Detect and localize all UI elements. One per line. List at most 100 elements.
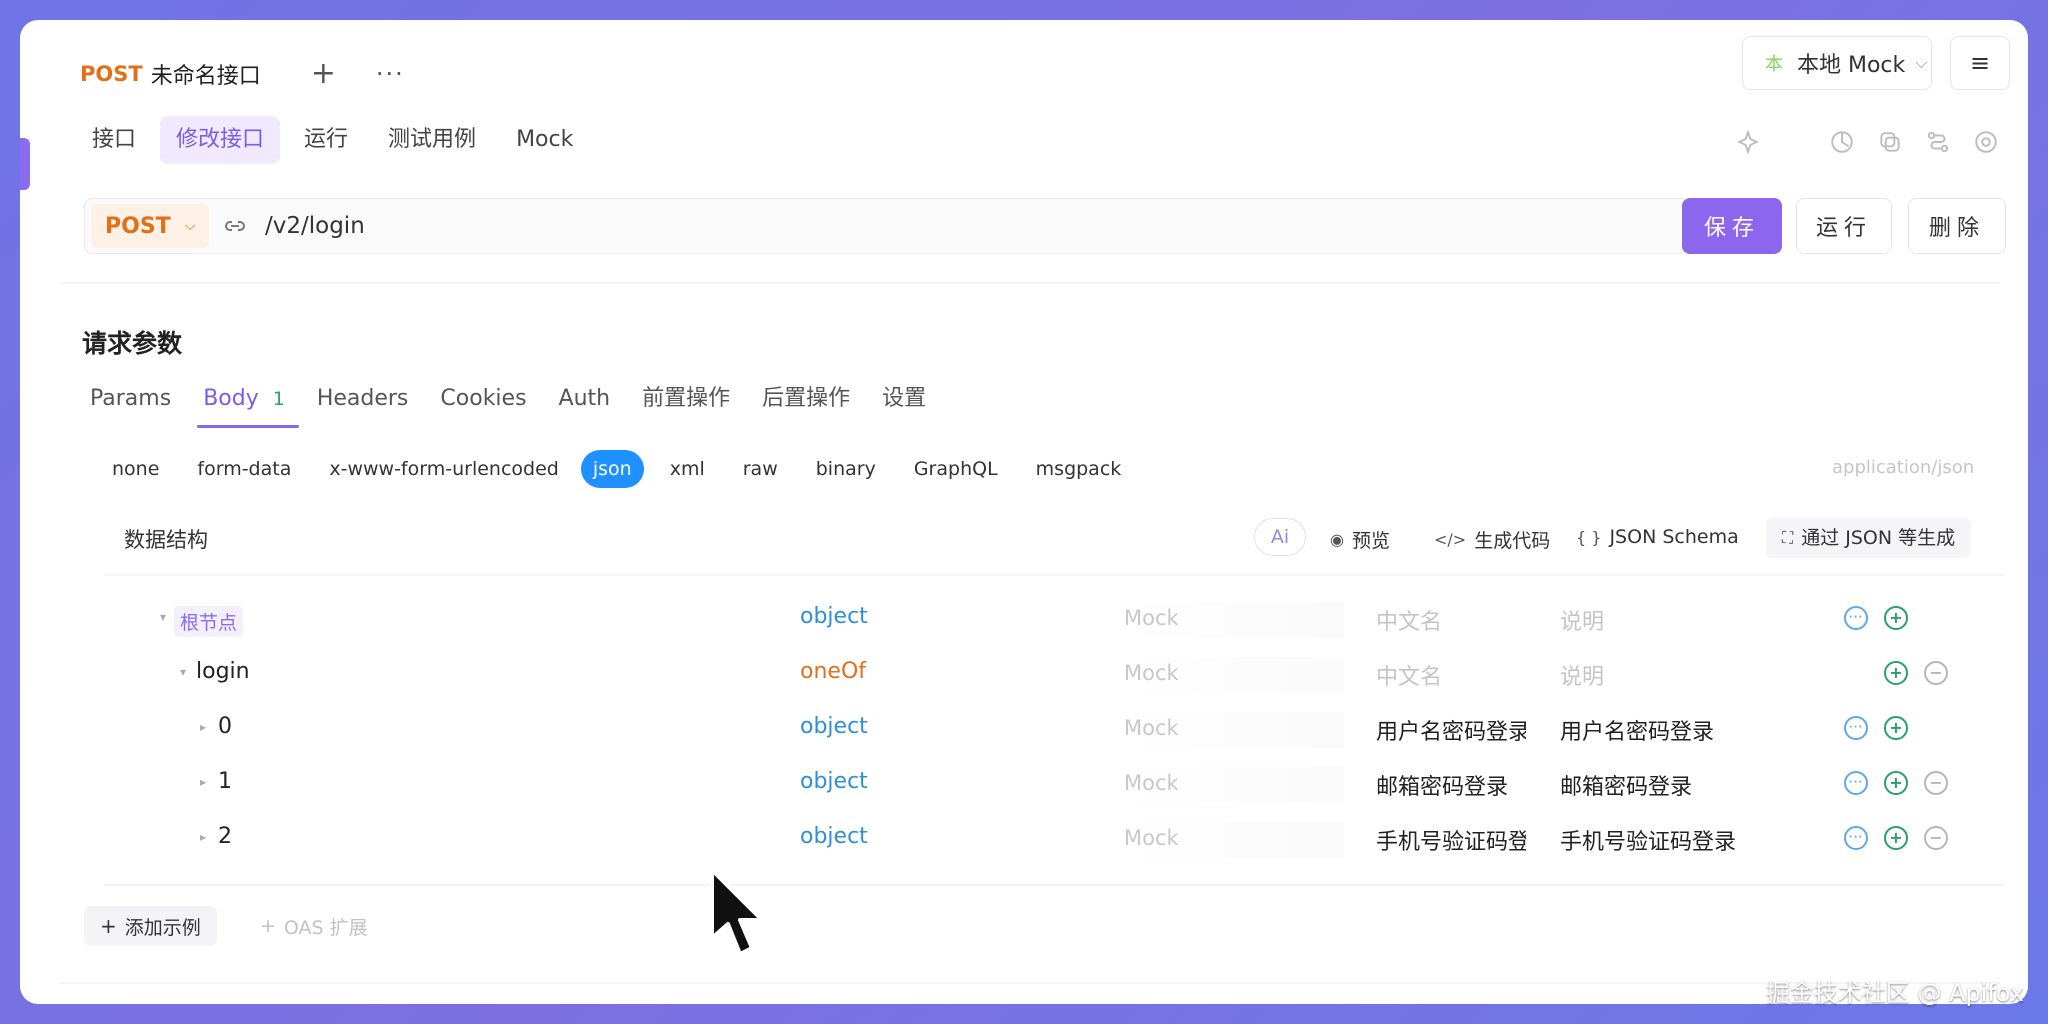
add-example-button[interactable]: + 添加示例 [84,906,217,946]
remove-icon[interactable]: − [1924,826,1948,850]
caret-right-icon[interactable]: ▸ [200,830,206,844]
param-tab-1[interactable]: Body 1 [197,376,299,428]
description-input[interactable]: 用户名密码登录 [1560,714,1714,746]
chinese-name-input[interactable]: 中文名 [1376,659,1526,691]
param-tab-2[interactable]: Headers [317,376,409,428]
tab-2[interactable]: 运行 [288,116,364,164]
field-name[interactable]: 2 [218,824,232,849]
body-type-GraphQL[interactable]: GraphQL [914,450,998,488]
tree-row[interactable]: ▸ 2 object Mock 手机号验证码登录 手机号验证码登录 ··· +− [104,812,2004,866]
more-options-icon[interactable]: ··· [1844,771,1868,795]
body-type-xml[interactable]: xml [670,450,705,488]
caret-down-icon[interactable]: ▾ [160,610,166,624]
mock-input[interactable]: Mock [1124,822,1344,858]
remove-icon[interactable]: − [1924,771,1948,795]
new-tab-plus-icon[interactable]: + [311,59,336,89]
chinese-name-input[interactable]: 邮箱密码登录 [1376,769,1526,801]
tree-row[interactable]: ▾ login oneOf Mock 中文名 说明 + − [104,647,2004,701]
param-tab-7[interactable]: 设置 [882,376,926,428]
caret-right-icon[interactable]: ▸ [200,775,206,789]
oas-extension-button[interactable]: + OAS 扩展 [260,906,368,946]
field-type[interactable]: object [800,714,868,739]
param-tab-4[interactable]: Auth [559,376,611,428]
param-tab-5[interactable]: 前置操作 [642,376,730,428]
flow-icon[interactable] [1924,128,1952,156]
method-select[interactable]: POST ⌵ [91,204,209,248]
json-schema-button[interactable]: { } JSON Schema [1576,526,1739,548]
ai-button[interactable]: Ai [1254,518,1306,556]
generate-from-json-label: 通过 JSON 等生成 [1801,527,1956,549]
description-input[interactable]: 手机号验证码登录 [1560,824,1736,856]
delete-button[interactable]: 删除 [1908,198,2006,254]
caret-right-icon[interactable]: ▸ [200,720,206,734]
tab-1[interactable]: 修改接口 [160,116,281,164]
field-name[interactable]: 0 [218,714,232,739]
body-type-json[interactable]: json [580,450,644,488]
tab-0[interactable]: 接口 [76,116,152,164]
run-button[interactable]: 运行 [1796,198,1892,254]
braces-icon: { } [1576,527,1602,547]
menu-button[interactable]: ≡ [1950,36,2010,90]
field-name[interactable]: 1 [218,769,232,794]
environment-icon: 本 [1765,54,1783,75]
url-input[interactable]: /v2/login [265,213,365,239]
add-child-icon[interactable]: + [1884,661,1908,685]
more-icon[interactable]: ··· [376,60,405,88]
field-name[interactable]: 根节点 [174,606,244,637]
tree-row[interactable]: ▸ 0 object Mock 用户名密码登录 用户名密码登录 ··· + [104,702,2004,756]
field-type[interactable]: object [800,769,868,794]
more-options-icon[interactable]: ··· [1844,606,1868,630]
history-icon[interactable] [1828,128,1856,156]
body-type-x-www-form-urlencoded[interactable]: x-www-form-urlencoded [329,450,558,488]
tree-row[interactable]: ▸ 1 object Mock 邮箱密码登录 邮箱密码登录 ··· + − [104,757,2004,811]
body-type-none[interactable]: none [112,450,159,488]
param-tab-3[interactable]: Cookies [440,376,526,428]
row-actions: ··· + − [1844,771,1964,795]
mock-input[interactable]: Mock [1124,712,1344,748]
param-tab-count: 1 [272,388,285,410]
add-child-icon[interactable]: + [1884,606,1908,630]
field-type[interactable]: object [800,824,868,849]
generate-from-json-button[interactable]: ⛶ 通过 JSON 等生成 [1766,518,1972,558]
api-title[interactable]: 未命名接口 [151,58,261,90]
environment-select[interactable]: 本 本地 Mock ⌵ [1742,36,1932,90]
preview-button[interactable]: ◉ 预览 [1330,526,1390,553]
caret-down-icon[interactable]: ▾ [180,665,186,679]
param-tab-label: Params [90,386,172,411]
body-type-binary[interactable]: binary [816,450,876,488]
row-actions: ··· + [1844,606,1924,630]
tree-row[interactable]: ▾ 根节点 object Mock 中文名 说明 ··· + [104,592,2004,646]
add-child-icon[interactable]: + [1884,826,1908,850]
param-tab-0[interactable]: Params [90,376,171,428]
more-options-icon[interactable]: ··· [1844,826,1868,850]
add-child-icon[interactable]: + [1884,716,1908,740]
save-button[interactable]: 保存 [1682,198,1782,254]
field-type[interactable]: oneOf [800,659,866,684]
param-tab-6[interactable]: 后置操作 [762,376,850,428]
description-input[interactable]: 说明 [1560,659,1604,691]
field-type[interactable]: object [800,604,868,629]
chinese-name-input[interactable]: 手机号验证码登录 [1376,824,1526,856]
more-options-icon[interactable]: ··· [1844,716,1868,740]
add-child-icon[interactable]: + [1884,771,1908,795]
tab-3[interactable]: 测试用例 [372,116,492,164]
divider [60,282,2000,286]
description-input[interactable]: 说明 [1560,604,1604,636]
remove-icon[interactable]: − [1924,661,1948,685]
mock-input[interactable]: Mock [1124,767,1344,803]
field-name[interactable]: login [196,659,250,684]
mock-input[interactable]: Mock [1124,602,1344,638]
settings-icon[interactable] [1972,128,2000,156]
tab-4[interactable]: Mock [500,116,589,164]
mock-input[interactable]: Mock [1124,657,1344,693]
description-input[interactable]: 邮箱密码登录 [1560,769,1692,801]
generate-code-button[interactable]: </> 生成代码 [1434,526,1550,553]
chinese-name-input[interactable]: 中文名 [1376,604,1526,636]
copy-icon[interactable] [1876,128,1904,156]
body-type-raw[interactable]: raw [743,450,778,488]
body-type-form-data[interactable]: form-data [197,450,291,488]
body-type-msgpack[interactable]: msgpack [1036,450,1122,488]
chinese-name-input[interactable]: 用户名密码登录 [1376,714,1526,746]
link-icon[interactable] [219,210,251,242]
ai-sparkle-icon[interactable] [1734,128,1762,156]
